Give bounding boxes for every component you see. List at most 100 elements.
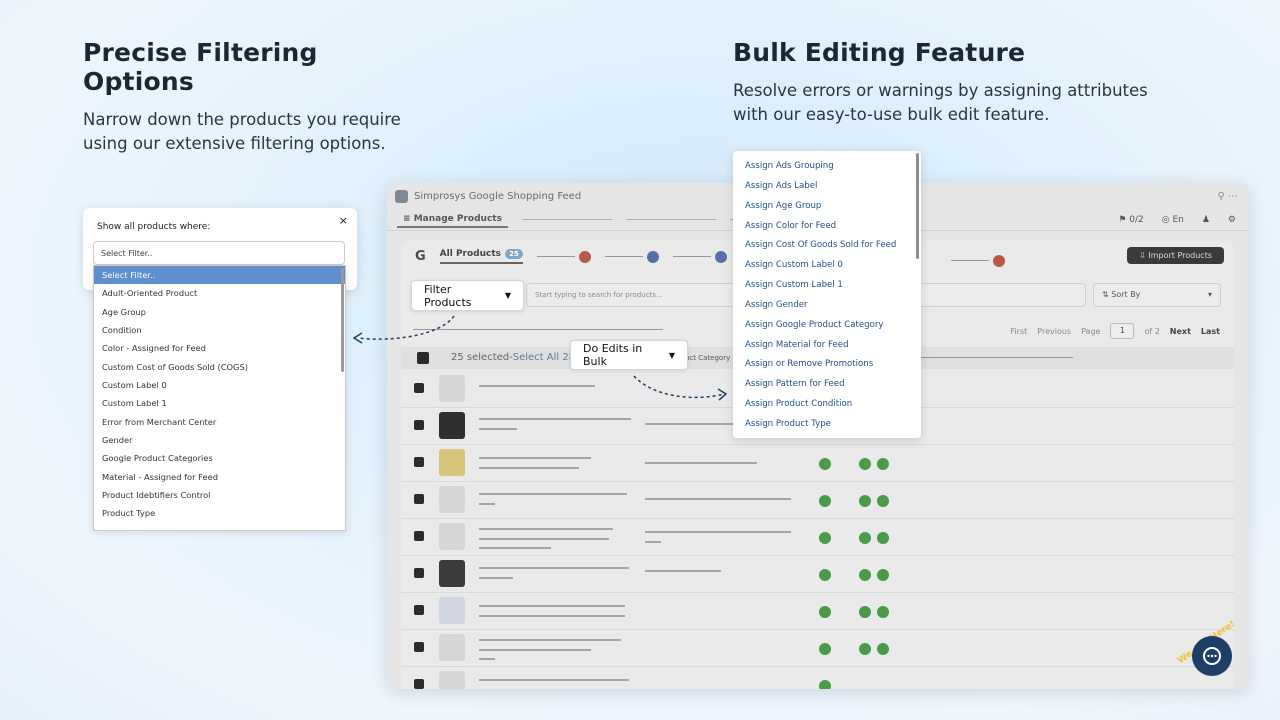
bulk-menu-item[interactable]: Assign Google Product Category [733,316,921,336]
filter-option[interactable]: Select Filter.. [94,266,345,285]
language-selector[interactable]: ◎ En [1162,215,1184,225]
status-ok-icon [859,569,871,581]
bulk-menu-item[interactable]: Assign Custom Label 0 [733,256,921,276]
bell-icon[interactable]: ♟ [1202,215,1210,225]
do-edits-in-bulk-button[interactable]: Do Edits in Bulk ▼ [570,340,688,370]
close-icon[interactable]: × [339,214,348,227]
table-row[interactable] [401,593,1234,630]
text-placeholder [479,567,629,569]
bulk-menu-item[interactable]: Assign Pattern for Feed [733,375,921,395]
product-thumbnail [439,597,465,624]
status-ok-icon [859,643,871,655]
table-row[interactable] [401,667,1234,689]
filter-option[interactable]: Material - Assigned for Feed [94,468,345,486]
page-of: of 2 [1144,326,1160,336]
text-placeholder [479,503,495,505]
table-row[interactable] [401,519,1234,556]
row-checkbox[interactable] [414,568,424,578]
text-placeholder [479,615,625,617]
bulk-menu-item[interactable]: Assign Ads Label [733,177,921,197]
filter-option[interactable]: Custom Label 0 [94,376,345,394]
row-checkbox[interactable] [414,383,424,393]
pagination: First Previous Page 1 of 2 Next Last [1010,323,1220,339]
row-checkbox[interactable] [414,494,424,504]
hero-right: Bulk Editing Feature Resolve errors or w… [733,38,1153,127]
page-input[interactable]: 1 [1110,323,1135,339]
tab-placeholder[interactable] [604,256,643,257]
filter-option[interactable]: Custom Cost of Goods Sold (COGS) [94,358,345,376]
chat-icon[interactable] [1192,636,1232,676]
text-placeholder [479,467,579,469]
status-ok-icon [877,532,889,544]
page-first[interactable]: First [1010,327,1027,336]
tab-placeholder[interactable] [951,260,989,261]
bulk-menu-item[interactable]: Assign Ads Grouping [733,157,921,177]
page-previous[interactable]: Previous [1037,327,1071,336]
bulk-menu-item[interactable]: Assign Product Type [733,415,921,435]
hero-right-subtitle: Resolve errors or warnings by assigning … [733,81,1148,124]
filter-option[interactable]: Color - Assigned for Feed [94,339,345,357]
tab-all-products[interactable]: All Products 25 [439,249,523,264]
hero-left-title: Precise Filtering Options [83,38,318,96]
filter-option[interactable]: Product Idebtifiers Control [94,486,345,504]
bulk-menu-item[interactable]: Assign Custom Label 1 [733,276,921,296]
page-last[interactable]: Last [1201,327,1220,336]
table-row[interactable] [401,445,1234,482]
import-products-button[interactable]: ⇩ Import Products [1127,247,1224,264]
row-checkbox[interactable] [414,531,424,541]
table-row[interactable] [401,482,1234,519]
app-logo-icon [395,189,408,203]
bulk-menu-item[interactable]: Assign Gender [733,296,921,316]
settings-icon[interactable]: ⚙ [1228,215,1236,225]
info-badge [646,250,659,263]
filter-option[interactable]: Product Type [94,504,345,522]
language-label: En [1172,214,1184,225]
help-widget[interactable]: We Are Here! [1170,619,1237,684]
tab-placeholder[interactable] [536,256,575,257]
bulk-menu-item[interactable]: Assign Cost Of Goods Sold for Feed [733,236,921,256]
filter-option[interactable]: Error from Merchant Center [94,413,345,431]
bulk-menu-item[interactable]: Assign Age Group [733,197,921,217]
selection-status: 25 selected-Select All 28 [451,352,575,363]
row-checkbox[interactable] [414,420,424,430]
filter-option[interactable]: Gender [94,431,345,449]
pin-icon[interactable]: ⚲ ⋯ [1217,191,1238,202]
filter-option[interactable]: Google Product Categories [94,449,345,467]
flag-counter[interactable]: ⚑ 0/2 [1118,215,1143,225]
row-checkbox[interactable] [414,457,424,467]
filter-option[interactable]: Age Group [94,303,345,321]
bulk-menu-item[interactable]: Assign Material for Feed [733,336,921,356]
bulk-menu-item[interactable]: Assign Color for Feed [733,217,921,237]
table-row[interactable] [401,556,1234,593]
filter-select[interactable]: Select Filter.. [93,241,345,265]
info-badge [714,250,727,263]
nav-placeholder[interactable] [625,219,716,220]
nav-manage-products[interactable]: ≡ Manage Products [397,212,508,228]
tab-all-products-label: All Products [439,249,502,259]
error-badge [578,250,591,263]
filter-products-button[interactable]: Filter Products ▼ [411,280,524,311]
scrollbar[interactable] [916,153,919,259]
row-checkbox[interactable] [414,679,424,689]
filter-option[interactable]: Condition [94,321,345,339]
scrollbar[interactable] [341,268,344,372]
bulk-menu-item[interactable]: Assign Product Condition [733,395,921,415]
selected-count: 25 selected- [451,352,513,363]
page-next[interactable]: Next [1170,327,1191,336]
text-placeholder [479,577,513,579]
filter-option[interactable]: Adult-Oriented Product [94,284,345,302]
chevron-down-icon: ▾ [1207,290,1212,299]
bulk-menu-item[interactable]: Assign or Remove Promotions [733,355,921,375]
row-checkbox[interactable] [414,642,424,652]
table-row[interactable] [401,630,1234,667]
select-all-checkbox[interactable] [417,352,429,364]
filter-option[interactable]: Custom Label 1 [94,394,345,412]
nav-placeholder[interactable] [521,219,612,220]
tab-placeholder[interactable] [672,256,711,257]
status-ok-icon [859,606,871,618]
sort-label: Sort By [1111,290,1141,299]
row-checkbox[interactable] [414,605,424,615]
sort-select[interactable]: ⇅ Sort By ▾ [1093,283,1221,307]
select-all-link[interactable]: Select All 28 [513,352,575,363]
status-ok-icon [859,532,871,544]
